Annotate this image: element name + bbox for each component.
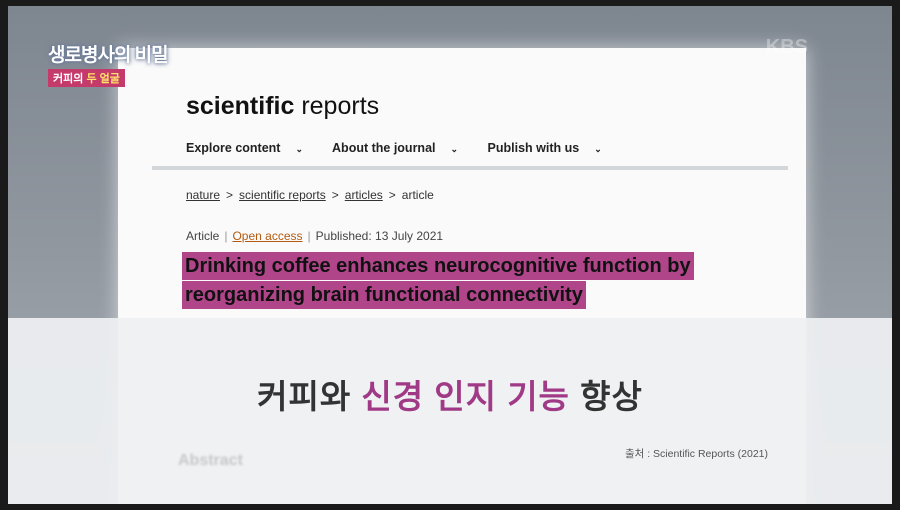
- caption-highlight: 신경 인지 기능: [361, 378, 570, 415]
- chevron-right-icon: >: [388, 188, 396, 202]
- abstract-heading: Abstract: [178, 452, 243, 469]
- nav-about-journal[interactable]: About the journal ⌄: [332, 141, 471, 155]
- article-title: Drinking coffee enhances neurocognitive …: [182, 252, 694, 310]
- breadcrumb-current: article: [401, 188, 434, 202]
- episode-subtitle: 커피의 두 얼굴: [48, 69, 125, 87]
- main-nav: Explore content ⌄ About the journal ⌄ Publ…: [186, 141, 628, 155]
- breadcrumb: nature > scientific reports > articles > artic…: [186, 188, 434, 202]
- source-credit: 출처 : Scientific Reports (2021): [624, 448, 768, 460]
- journal-logo[interactable]: scientific reports: [186, 92, 379, 121]
- breadcrumb-nature[interactable]: nature: [186, 188, 220, 202]
- chevron-down-icon: ⌄: [450, 144, 459, 154]
- nav-explore-content[interactable]: Explore content ⌄: [186, 141, 316, 155]
- caption-text: 커피와 신경 인지 기능 향상: [8, 370, 892, 418]
- kbs-watermark-logo: KBS: [765, 36, 808, 58]
- show-title: 생로병사의 비밀: [48, 45, 169, 66]
- caption-banner: Abstract 커피와 신경 인지 기능 향상 출처 : Scientific…: [8, 318, 892, 504]
- published-date: Published: 13 July 2021: [315, 229, 444, 243]
- nav-divider: [152, 166, 788, 170]
- article-title-line1: Drinking coffee enhances neurocognitive …: [182, 252, 694, 280]
- article-type: Article: [186, 229, 220, 243]
- show-title-badge: 생로병사의 비밀 커피의 두 얼굴: [48, 40, 169, 87]
- chevron-right-icon: >: [331, 188, 339, 202]
- chevron-down-icon: ⌄: [594, 144, 602, 154]
- nav-publish[interactable]: Publish with us ⌄: [488, 141, 615, 155]
- chevron-down-icon: ⌄: [295, 144, 304, 154]
- video-frame: scientific reports Explore content ⌄ Abou…: [8, 6, 892, 504]
- journal-logo-bold: scientific: [186, 92, 295, 120]
- open-access-link[interactable]: Open access: [232, 229, 302, 243]
- article-title-line2: reorganizing brain functional connectivi…: [182, 281, 586, 309]
- journal-logo-light: reports: [301, 92, 380, 120]
- breadcrumb-articles[interactable]: articles: [345, 188, 383, 202]
- breadcrumb-scientific-reports[interactable]: scientific reports: [239, 188, 326, 202]
- article-meta: Article | Open access | Published: 13 July 2…: [186, 229, 444, 243]
- caption-part2: 향상: [580, 378, 643, 415]
- chevron-right-icon: >: [226, 188, 234, 202]
- caption-part1: 커피와: [257, 378, 352, 415]
